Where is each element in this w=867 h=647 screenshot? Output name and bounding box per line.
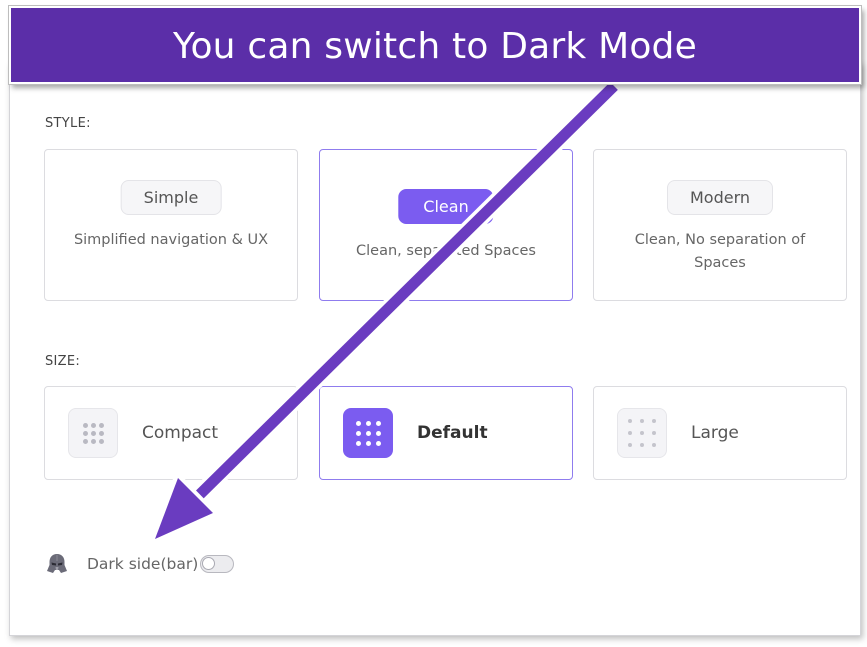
style-option-modern-pill: Modern [666,180,774,215]
banner-title: You can switch to Dark Mode [173,25,697,67]
style-option-clean-description: Clean, separated Spaces [356,243,536,259]
style-option-modern[interactable]: Modern Clean, No separation of Spaces [593,149,847,301]
size-option-large-label: Large [691,423,739,443]
dark-mode-label: Dark side(bar) [87,555,199,573]
style-section-label: STYLE: [45,116,91,131]
style-option-simple[interactable]: Simple Simplified navigation & UX [44,149,298,301]
size-option-compact[interactable]: Compact [44,386,298,480]
grid-small-icon [68,408,118,458]
size-option-default-label: Default [417,423,488,443]
dark-mode-toggle[interactable] [200,555,235,573]
style-option-clean-pill: Clean [398,189,494,224]
grid-large-icon [617,408,667,458]
size-option-default[interactable]: Default [319,386,573,480]
size-option-large[interactable]: Large [593,386,847,480]
style-option-modern-description: Clean, No separation of Spaces [634,232,806,271]
banner: You can switch to Dark Mode [8,5,862,85]
style-option-simple-description: Simplified navigation & UX [73,232,269,248]
style-option-clean[interactable]: Clean Clean, separated Spaces [319,149,573,301]
grid-icon [343,408,393,458]
dark-mode-row: Dark side(bar) [45,552,235,576]
size-option-compact-label: Compact [142,423,219,443]
size-section-label: SIZE: [45,354,81,369]
darth-vader-helmet-icon [47,554,67,573]
dark-mode-toggle-knob [202,557,216,570]
style-option-simple-pill: Simple [120,180,222,215]
